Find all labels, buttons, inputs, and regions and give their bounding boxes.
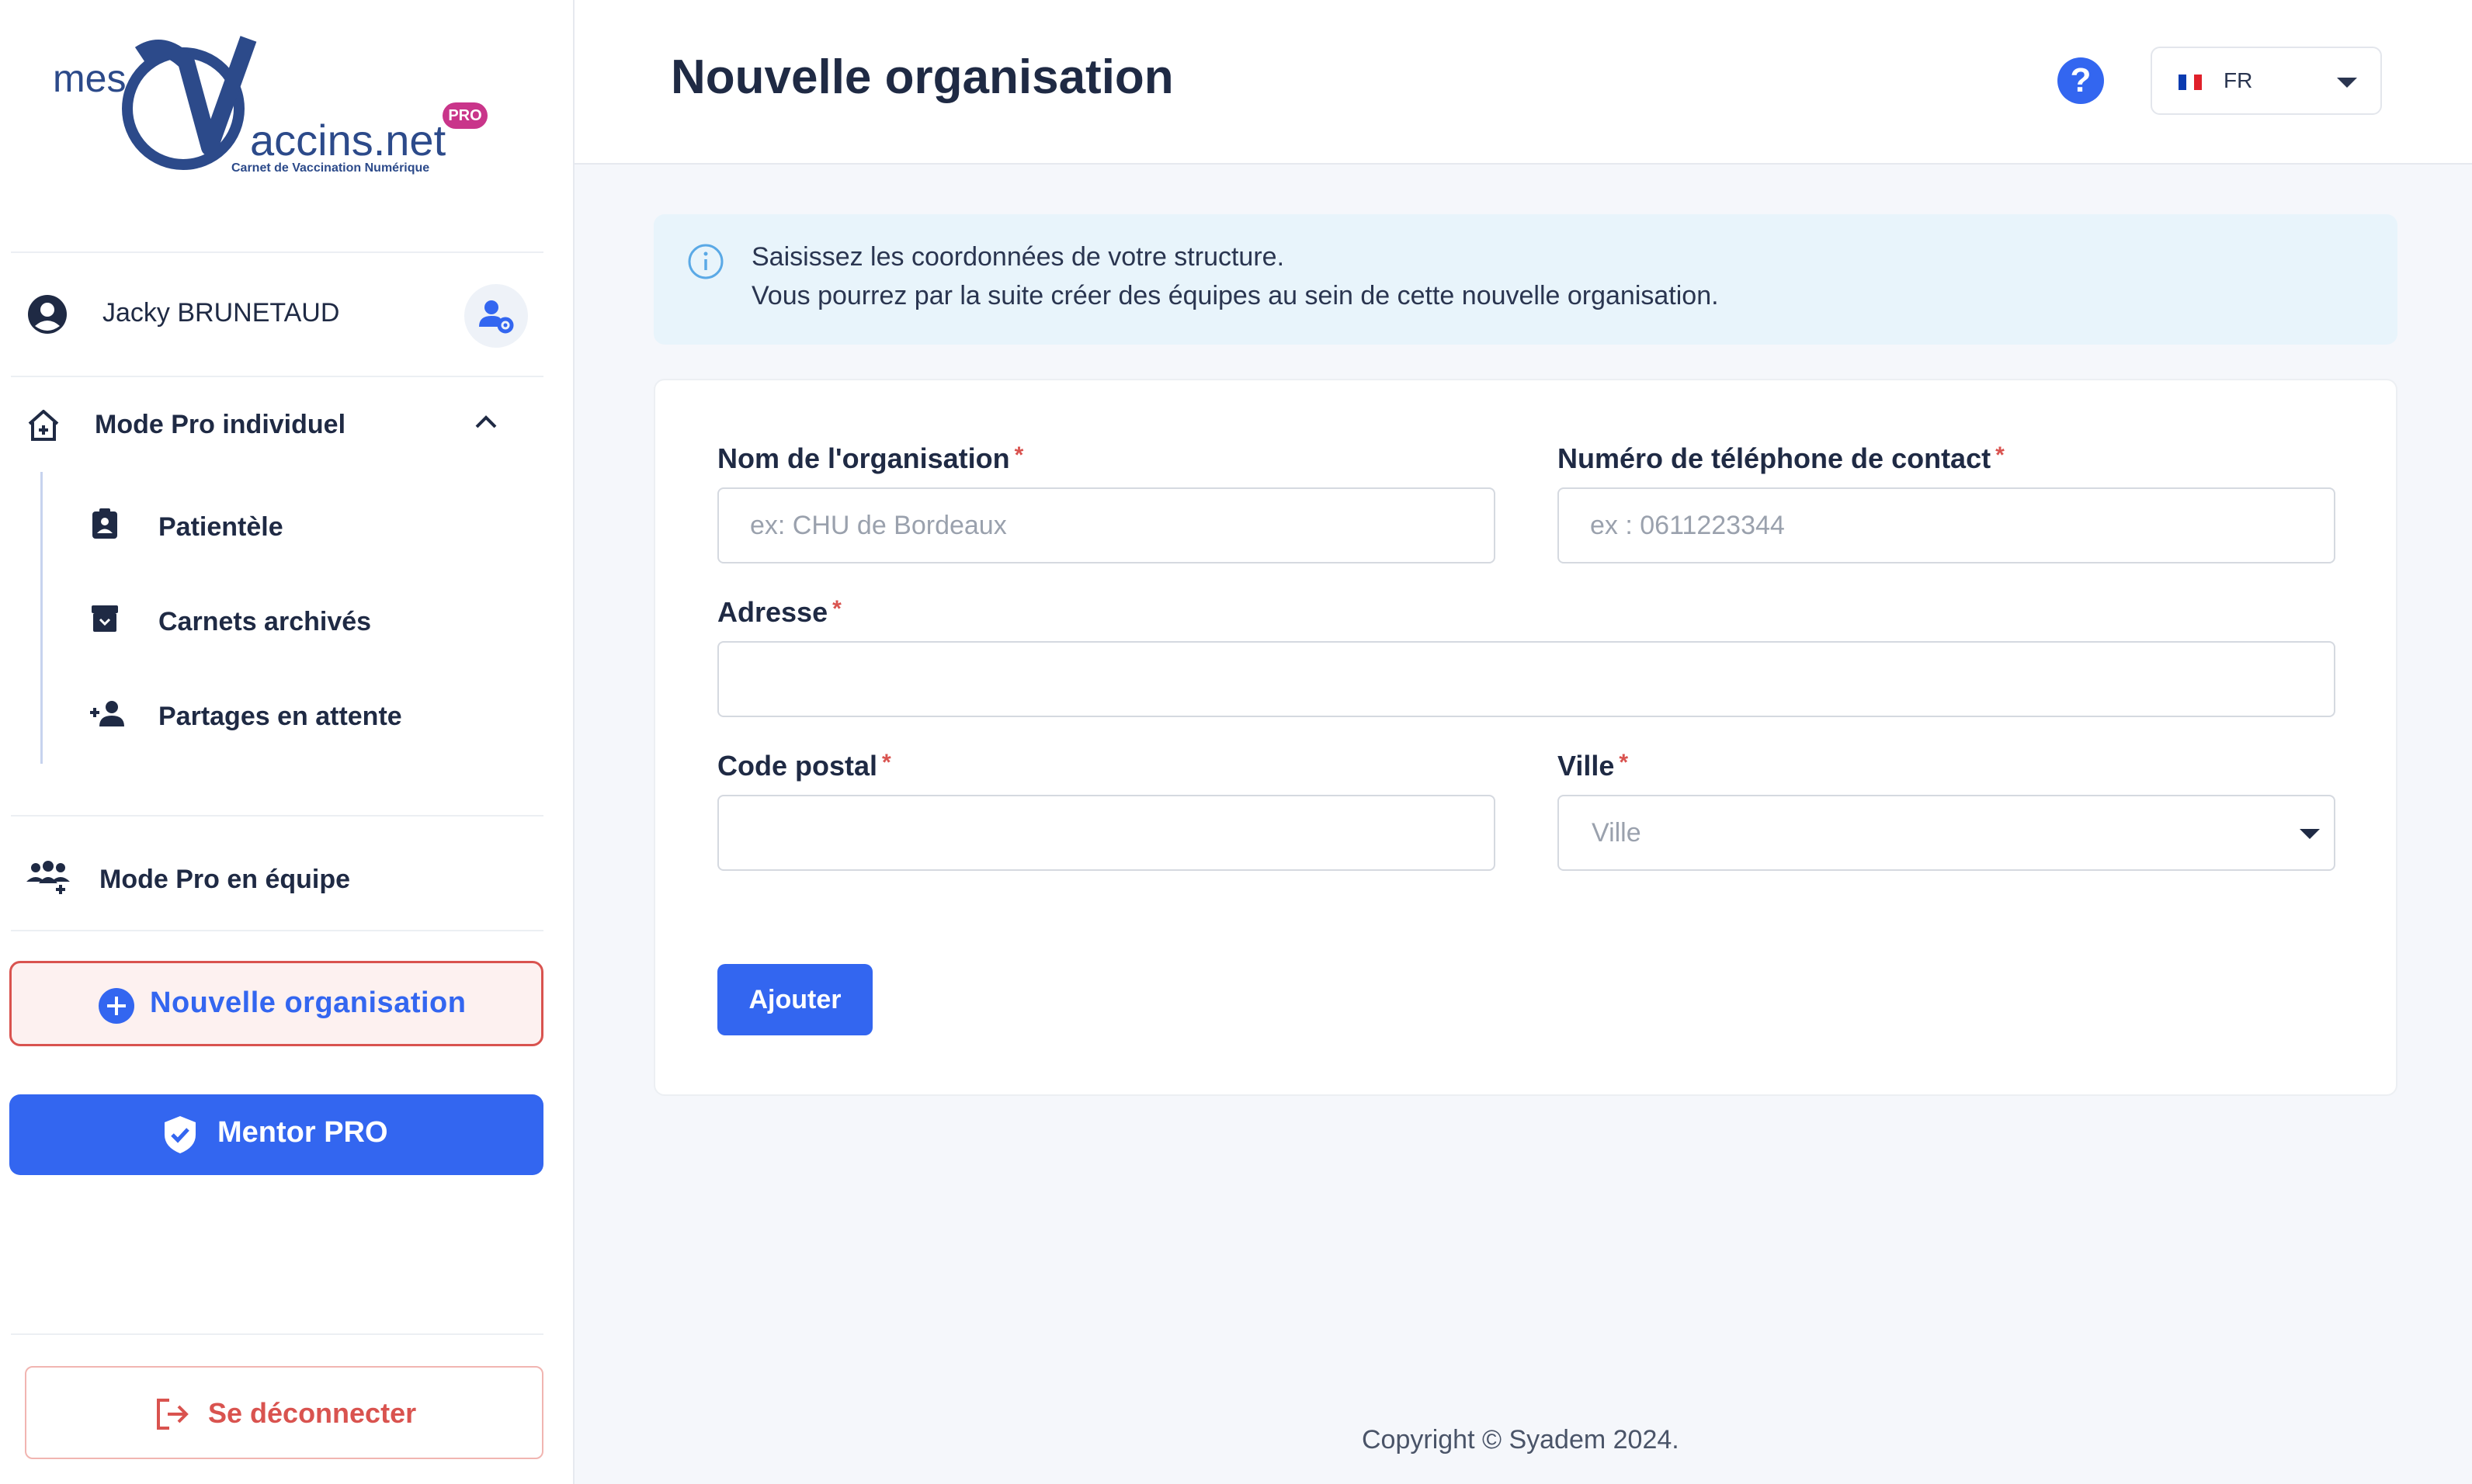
question-mark-icon: ? <box>2070 61 2092 99</box>
logo-main-text: accins.net <box>250 116 446 165</box>
france-flag-icon <box>2179 75 2202 90</box>
city-select[interactable]: Ville <box>1557 795 2335 871</box>
shield-check-icon <box>165 1116 196 1153</box>
sidebar-item-partages-en-attente[interactable]: Partages en attente <box>0 674 575 751</box>
main-content: Nouvelle organisation ? FR Saisissez les… <box>575 0 2472 1484</box>
home-plus-icon <box>28 410 59 441</box>
add-button[interactable]: Ajouter <box>717 964 873 1035</box>
logout-label: Se déconnecter <box>208 1397 417 1429</box>
archive-box-icon <box>92 605 118 632</box>
logo[interactable]: mes accins.net Carnet de Vaccination Num… <box>47 31 512 186</box>
language-select[interactable]: FR <box>2151 47 2382 115</box>
postal-code-label: Code postal * <box>717 750 891 782</box>
plus-circle-icon <box>99 988 134 1024</box>
nav-group-label: Mode Pro individuel <box>95 410 346 439</box>
caret-down-icon <box>2300 829 2320 839</box>
clipboard-user-icon <box>92 508 117 539</box>
user-settings-button[interactable] <box>464 284 528 348</box>
org-name-label: Nom de l'organisation * <box>717 442 1024 474</box>
top-bar: Nouvelle organisation ? FR <box>575 0 2472 165</box>
organisation-form: Nom de l'organisation* Numéro de télépho… <box>654 379 2397 1096</box>
page-title: Nouvelle organisation <box>671 50 1174 104</box>
copyright-footer: Copyright © Syadem 2024. <box>1362 1425 1679 1455</box>
users-group-icon <box>26 861 70 894</box>
info-line-2: Vous pourrez par la suite créer des équi… <box>752 281 1719 310</box>
sidebar-item-label: Mode Pro en équipe <box>99 865 351 894</box>
city-select-value: Ville <box>1592 818 1641 848</box>
sidebar-item-label: Partages en attente <box>158 702 402 731</box>
user-circle-icon <box>28 295 67 334</box>
user-plus-icon <box>90 701 124 726</box>
divider <box>11 1333 543 1335</box>
city-label: Ville * <box>1557 750 1629 782</box>
caret-down-icon <box>2337 78 2357 88</box>
new-organisation-label: Nouvelle organisation <box>150 986 467 1019</box>
sidebar-item-label: Carnets archivés <box>158 607 372 636</box>
logo-pro-badge: PRO <box>443 102 488 129</box>
sidebar-item-label: Patientèle <box>158 512 283 542</box>
user-name: Jacky BRUNETAUD <box>102 298 340 328</box>
mentor-pro-button[interactable]: Mentor PRO <box>9 1094 543 1175</box>
sidebar-item-pro-equipe[interactable]: Mode Pro en équipe <box>0 838 575 916</box>
info-circle-icon <box>688 244 724 279</box>
logout-button[interactable]: Se déconnecter <box>25 1366 543 1459</box>
sidebar-item-patientele[interactable]: Patientèle <box>0 484 575 562</box>
postal-code-input[interactable] <box>717 795 1495 871</box>
new-organisation-button[interactable]: Nouvelle organisation <box>9 961 543 1046</box>
sidebar-item-carnets-archives[interactable]: Carnets archivés <box>0 579 575 657</box>
sidebar: mes accins.net Carnet de Vaccination Num… <box>0 0 575 1484</box>
help-button[interactable]: ? <box>2057 57 2104 104</box>
chevron-up-icon[interactable] <box>474 413 498 432</box>
address-label: Adresse * <box>717 596 842 628</box>
divider <box>11 815 543 817</box>
nav-group-pro-individuel[interactable]: Mode Pro individuel <box>0 385 575 463</box>
info-line-1: Saisissez les coordonnées de votre struc… <box>752 242 1285 272</box>
divider <box>11 930 543 931</box>
user-profile-row: Jacky BRUNETAUD <box>0 251 575 376</box>
mentor-pro-label: Mentor PRO <box>217 1116 388 1149</box>
language-label: FR <box>2224 68 2253 92</box>
divider <box>11 376 543 377</box>
address-input[interactable] <box>717 641 2335 717</box>
logout-icon <box>157 1399 189 1430</box>
org-name-input[interactable] <box>717 487 1495 563</box>
info-banner: Saisissez les coordonnées de votre struc… <box>654 214 2397 345</box>
logo-prefix: mes <box>53 57 127 100</box>
phone-input[interactable] <box>1557 487 2335 563</box>
user-gear-icon <box>479 300 514 334</box>
logo-tagline: Carnet de Vaccination Numérique <box>231 161 430 175</box>
phone-label: Numéro de téléphone de contact * <box>1557 442 2005 474</box>
